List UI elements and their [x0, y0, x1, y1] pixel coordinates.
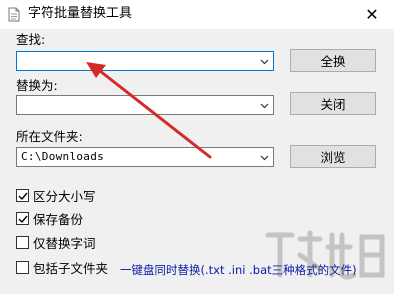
- chevron-down-icon[interactable]: [260, 101, 269, 110]
- folder-value: C:\Downloads: [21, 150, 105, 163]
- checkbox[interactable]: [16, 188, 29, 202]
- option-label: 仅替换字词: [33, 235, 96, 251]
- close-icon[interactable]: ✕: [365, 5, 378, 24]
- checkmark-icon: [18, 192, 28, 200]
- option-label: 区分大小写: [33, 188, 96, 204]
- close-button[interactable]: ✕: [350, 0, 394, 29]
- find-input[interactable]: [16, 51, 274, 71]
- checkbox[interactable]: [16, 235, 29, 249]
- browse-button[interactable]: 浏览: [290, 145, 376, 168]
- checkbox[interactable]: [16, 211, 29, 225]
- checkmark-icon: [18, 215, 28, 223]
- chevron-down-icon[interactable]: [260, 153, 269, 162]
- close-dialog-button[interactable]: 关闭: [290, 92, 376, 115]
- folder-label: 所在文件夹:: [16, 129, 83, 144]
- option-save-backup[interactable]: 保存备份: [16, 210, 84, 227]
- option-label: 包括子文件夹: [33, 260, 109, 276]
- document-icon: [8, 7, 20, 22]
- find-label: 查找:: [16, 32, 46, 47]
- replace-all-label: 全换: [320, 54, 346, 69]
- option-whole-words[interactable]: 仅替换字词: [16, 234, 96, 251]
- browse-label: 浏览: [320, 150, 346, 165]
- option-case-sensitive[interactable]: 区分大小写: [16, 187, 96, 204]
- title-bar: 字符批量替换工具 ✕: [0, 0, 394, 29]
- chevron-down-icon[interactable]: [260, 57, 269, 66]
- option-include-subfolders[interactable]: 包括子文件夹: [16, 259, 109, 276]
- folder-input[interactable]: C:\Downloads: [16, 147, 274, 167]
- window-title: 字符批量替换工具: [28, 6, 133, 21]
- option-label: 保存备份: [33, 211, 84, 227]
- replace-all-button[interactable]: 全换: [290, 49, 376, 72]
- checkbox[interactable]: [16, 260, 29, 274]
- watermark-logo: [265, 230, 385, 280]
- replace-label: 替换为:: [16, 78, 58, 93]
- replace-input[interactable]: [16, 95, 274, 115]
- close-dialog-label: 关闭: [320, 97, 346, 112]
